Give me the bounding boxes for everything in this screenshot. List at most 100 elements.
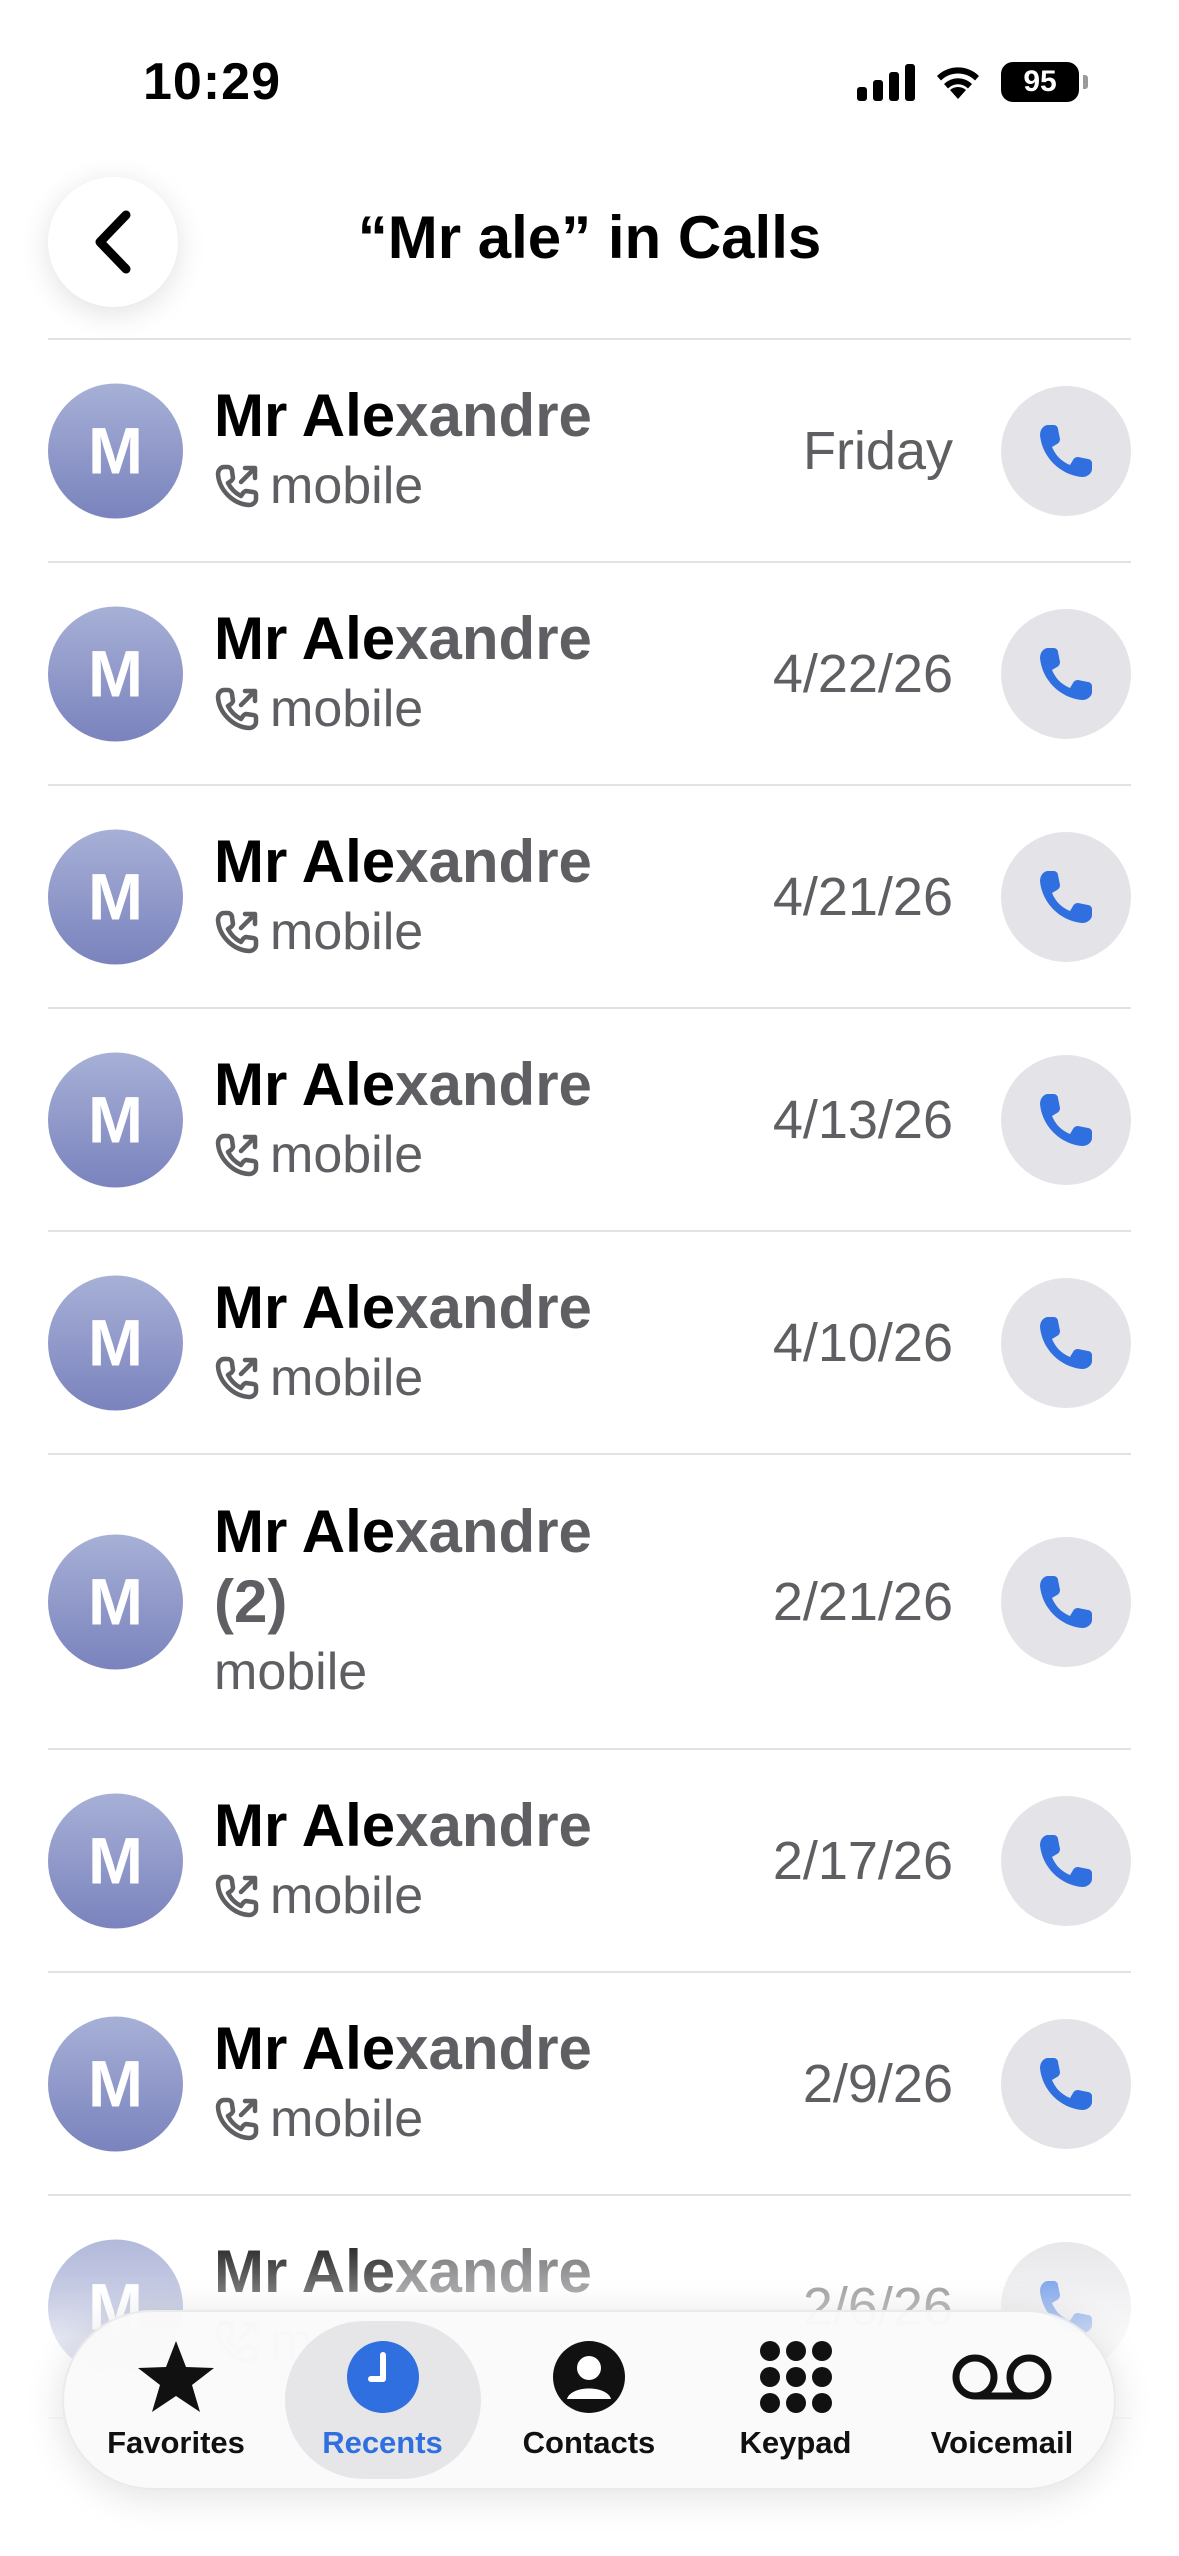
call-button[interactable]: [1001, 608, 1131, 739]
tab-label: Contacts: [522, 2425, 656, 2460]
phone-icon: [1040, 2057, 1092, 2110]
call-button[interactable]: [1001, 2018, 1131, 2149]
status-icons: 95: [857, 62, 1088, 102]
status-bar: 10:29 95: [0, 0, 1179, 175]
tab-label: Keypad: [739, 2425, 852, 2460]
call-row[interactable]: M Mr Alexandre mobile 4/13/26: [48, 1009, 1131, 1232]
call-type: mobile: [214, 897, 674, 967]
contact-name: Mr Alexandre: [214, 1050, 674, 1120]
call-date: 2/17/26: [772, 1830, 953, 1891]
contact-name: Mr Alexandre: [214, 381, 674, 451]
call-date: 4/13/26: [772, 1089, 953, 1150]
tab-contacts[interactable]: Contacts: [491, 2321, 687, 2479]
call-row[interactable]: M Mr Alexandre mobile 4/21/26: [48, 786, 1131, 1009]
call-info: Mr Alexandremobile: [214, 2014, 674, 2154]
contact-name: Mr Alexandre: [214, 1273, 674, 1343]
call-type-label: mobile: [270, 2089, 424, 2148]
avatar: M: [48, 829, 183, 964]
call-date: 2/9/26: [802, 2053, 953, 2114]
name-match: Mr Ale: [214, 1497, 396, 1565]
call-type-label: mobile: [270, 1866, 424, 1925]
avatar: M: [48, 1275, 183, 1410]
avatar: M: [48, 1052, 183, 1187]
phone-icon: [1040, 1093, 1092, 1146]
call-row[interactable]: M Mr Alexandre mobile 4/10/26: [48, 1232, 1131, 1455]
page-title: “Mr ale” in Calls: [357, 204, 822, 271]
tab-bar: Favorites Recents Contacts Keypad Voicem…: [62, 2310, 1116, 2490]
tab-label: Voicemail: [930, 2425, 1074, 2460]
outgoing-call-icon: [215, 1874, 259, 1917]
call-type: mobile: [214, 2084, 674, 2154]
tab-favorites[interactable]: Favorites: [78, 2321, 274, 2479]
outgoing-call-icon: [215, 464, 259, 507]
call-row[interactable]: M Mr Alexandre mobile 4/22/26: [48, 563, 1131, 786]
name-rest: xandre: [395, 1273, 592, 1341]
keypad-icon: [759, 2341, 832, 2413]
clock-icon: [346, 2341, 419, 2413]
call-button[interactable]: [1001, 1277, 1131, 1408]
name-match: Mr Ale: [214, 1273, 396, 1341]
call-info: Mr Alexandremobile: [214, 604, 674, 744]
name-rest: xandre: [395, 827, 592, 895]
name-match: Mr Ale: [214, 2014, 396, 2082]
header: “Mr ale” in Calls: [0, 175, 1179, 340]
call-button[interactable]: [1001, 831, 1131, 962]
name-match: Mr Ale: [214, 827, 396, 895]
tab-recents[interactable]: Recents: [284, 2321, 481, 2479]
outgoing-call-icon: [215, 2097, 259, 2140]
call-info: Mr Alexandremobile: [214, 1273, 674, 1413]
call-date: Friday: [802, 420, 953, 481]
name-rest: xandre: [395, 2237, 592, 2305]
outgoing-call-icon: [215, 1356, 259, 1399]
tab-label: Favorites: [107, 2425, 245, 2460]
name-match: Mr Ale: [214, 2237, 396, 2305]
phone-icon: [1040, 870, 1092, 923]
call-type-label: mobile: [270, 1125, 424, 1184]
name-match: Mr Ale: [214, 604, 396, 672]
call-date: 4/10/26: [772, 1312, 953, 1373]
star-icon: [138, 2341, 214, 2412]
voicemail-icon: [952, 2354, 1052, 2400]
name-rest: xandre: [395, 604, 592, 672]
call-type-label: mobile: [270, 456, 424, 515]
call-type-label: mobile: [270, 902, 424, 961]
phone-icon: [1040, 1316, 1092, 1369]
call-info: Mr Alexandremobile: [214, 1050, 674, 1190]
call-button[interactable]: [1001, 1536, 1131, 1667]
call-row[interactable]: M Mr Alexandre mobile 2/17/26: [48, 1750, 1131, 1973]
call-info: Mr Alexandremobile: [214, 1791, 674, 1931]
wifi-icon: [937, 67, 979, 99]
call-row[interactable]: M Mr Alexandre mobile Friday: [48, 340, 1131, 563]
name-match: Mr Ale: [214, 381, 396, 449]
contact-name: Mr Alexandre (2): [214, 1497, 674, 1637]
call-type: mobile: [214, 674, 674, 744]
contact-name: Mr Alexandre: [214, 604, 674, 674]
call-info: Mr Alexandremobile: [214, 827, 674, 967]
phone-icon: [1040, 1575, 1092, 1628]
call-button[interactable]: [1001, 1795, 1131, 1926]
call-type: mobile: [214, 1637, 674, 1707]
call-type-label: mobile: [214, 1642, 368, 1701]
call-row[interactable]: M Mr Alexandre mobile 2/9/26: [48, 1973, 1131, 2196]
contact-name: Mr Alexandre: [214, 827, 674, 897]
contact-name: Mr Alexandre: [214, 2014, 674, 2084]
contact-name: Mr Alexandre: [214, 1791, 674, 1861]
name-rest: xandre: [395, 1050, 592, 1118]
avatar: M: [48, 1534, 183, 1669]
call-type: mobile: [214, 1120, 674, 1190]
phone-icon: [1040, 647, 1092, 700]
name-match: Mr Ale: [214, 1791, 396, 1859]
recent-calls-list: M Mr Alexandre mobile Friday M Mr Alexandre mo…: [48, 338, 1131, 2419]
call-date: 2/21/26: [772, 1571, 953, 1632]
contact-name: Mr Alexandre: [214, 2237, 674, 2307]
battery-icon: 95: [1001, 62, 1088, 102]
name-rest: xandre: [395, 2014, 592, 2082]
call-row[interactable]: M Mr Alexandre (2) mobile 2/21/26: [48, 1455, 1131, 1750]
tab-keypad[interactable]: Keypad: [698, 2321, 894, 2479]
call-button[interactable]: [1001, 1054, 1131, 1185]
call-type: mobile: [214, 1343, 674, 1413]
call-button[interactable]: [1001, 385, 1131, 516]
avatar: M: [48, 383, 183, 518]
tab-voicemail[interactable]: Voicemail: [904, 2321, 1100, 2479]
call-type-label: mobile: [270, 1348, 424, 1407]
